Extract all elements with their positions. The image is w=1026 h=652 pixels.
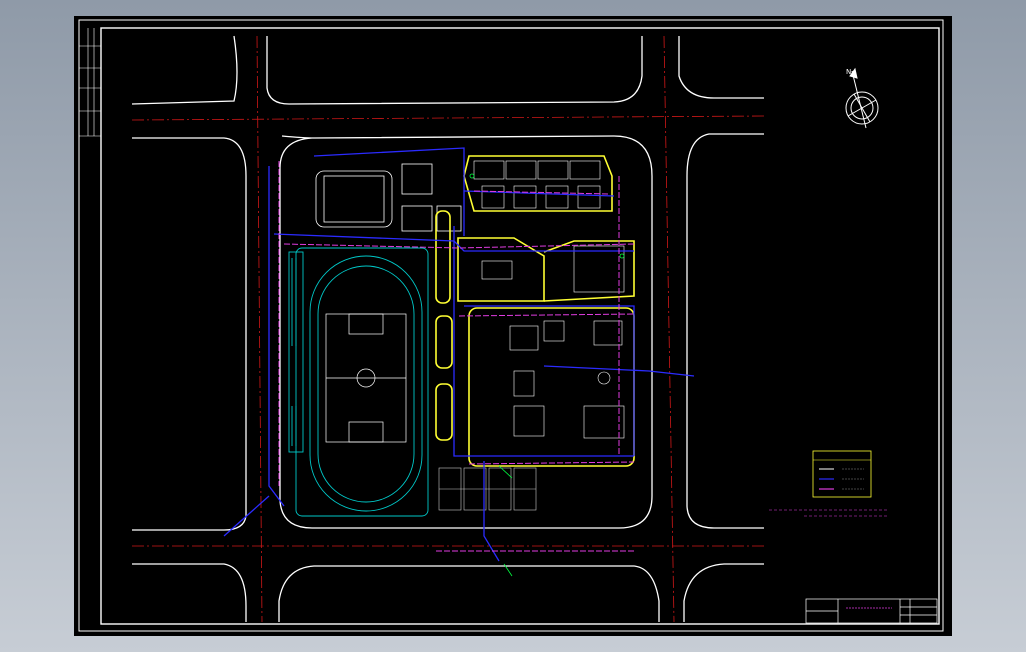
drawing-frame	[78, 19, 944, 632]
building-outlines	[435, 155, 635, 467]
binding-strip	[79, 28, 101, 137]
building-interiors	[473, 160, 625, 439]
sports-field	[288, 247, 429, 517]
site-plan-canvas: N	[78, 19, 944, 632]
legend	[812, 450, 872, 498]
title-block	[805, 598, 938, 624]
site-fixtures	[469, 173, 625, 577]
notes-line	[769, 509, 889, 517]
north-label: N	[846, 68, 851, 76]
basketball-courts	[438, 467, 537, 511]
north-arrow: N	[845, 67, 879, 129]
cad-drawing-sheet: N	[74, 16, 952, 636]
water-supply-pipes	[223, 147, 695, 562]
gymnasium-block	[315, 163, 462, 232]
drainage-pipes	[278, 161, 635, 552]
